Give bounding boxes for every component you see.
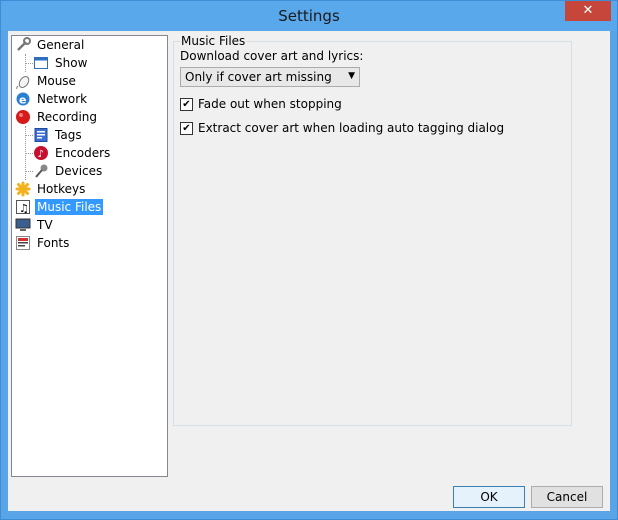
- tags-icon: [33, 127, 49, 143]
- dialog-client: General Show Mouse e Network Recording T…: [8, 31, 610, 511]
- tree-item-fonts[interactable]: Fonts: [15, 234, 71, 252]
- network-icon: e: [15, 91, 31, 107]
- tree-item-label: General: [37, 38, 85, 52]
- extract-cover-art-checkbox[interactable]: ✔ Extract cover art when loading auto ta…: [180, 121, 504, 135]
- group-title: Music Files: [180, 34, 247, 48]
- tree-item-label: Music Files: [35, 199, 104, 215]
- settings-tree[interactable]: General Show Mouse e Network Recording T…: [11, 35, 168, 477]
- close-button[interactable]: ✕: [565, 1, 611, 21]
- tree-item-recording[interactable]: Recording: [15, 108, 99, 126]
- download-cover-art-label: Download cover art and lyrics:: [180, 49, 364, 63]
- mouse-icon: [15, 73, 31, 90]
- encoders-icon: ♪: [33, 145, 49, 161]
- settings-window: Settings ✕ General Show Mouse e Network …: [0, 0, 618, 520]
- tree-item-tv[interactable]: TV: [15, 216, 55, 234]
- music-note-icon: ♫: [15, 199, 31, 215]
- cancel-button[interactable]: Cancel: [531, 486, 603, 508]
- tree-item-label: Hotkeys: [37, 182, 86, 196]
- svg-text:♫: ♫: [19, 202, 29, 215]
- tree-item-encoders[interactable]: ♪ Encoders: [33, 144, 112, 162]
- record-icon: [15, 109, 31, 125]
- window-title: Settings: [278, 7, 340, 25]
- checkbox-box[interactable]: ✔: [180, 97, 193, 111]
- svg-text:♪: ♪: [38, 149, 44, 160]
- tree-item-label: Fonts: [37, 236, 70, 250]
- select-value: Only if cover art missing: [185, 70, 332, 84]
- tree-item-label: Recording: [37, 110, 98, 124]
- wrench-icon: [15, 37, 31, 53]
- tv-icon: [15, 217, 31, 233]
- fade-out-checkbox[interactable]: ✔ Fade out when stopping: [180, 97, 342, 111]
- svg-text:e: e: [19, 94, 26, 107]
- checkbox-label: Fade out when stopping: [198, 97, 342, 111]
- tree-item-devices[interactable]: Devices: [33, 162, 104, 180]
- microphone-icon: [33, 163, 49, 179]
- tree-item-label: Tags: [55, 128, 82, 142]
- tree-item-mouse[interactable]: Mouse: [15, 72, 78, 90]
- hotkeys-icon: [15, 181, 31, 197]
- tree-item-label: Encoders: [55, 146, 111, 160]
- window-icon: [33, 55, 49, 71]
- tree-item-label: Devices: [55, 164, 103, 178]
- download-cover-art-select[interactable]: Only if cover art missing ▼: [180, 67, 360, 87]
- tree-item-general[interactable]: General: [15, 36, 86, 54]
- checkbox-label: Extract cover art when loading auto tagg…: [198, 121, 505, 135]
- tree-item-hotkeys[interactable]: Hotkeys: [15, 180, 87, 198]
- tree-item-show[interactable]: Show: [33, 54, 89, 72]
- checkbox-box[interactable]: ✔: [180, 121, 193, 135]
- title-bar[interactable]: Settings ✕: [1, 1, 617, 31]
- tree-item-tags[interactable]: Tags: [33, 126, 84, 144]
- tree-item-label: Mouse: [37, 74, 76, 88]
- tree-item-music-files[interactable]: ♫ Music Files: [15, 198, 104, 216]
- tree-item-network[interactable]: e Network: [15, 90, 89, 108]
- fonts-icon: [15, 235, 31, 251]
- ok-button[interactable]: OK: [453, 486, 525, 508]
- chevron-down-icon: ▼: [348, 71, 355, 81]
- tree-item-label: Show: [55, 56, 88, 70]
- tree-item-label: TV: [37, 218, 53, 232]
- tree-item-label: Network: [37, 92, 88, 106]
- close-icon: ✕: [582, 3, 594, 18]
